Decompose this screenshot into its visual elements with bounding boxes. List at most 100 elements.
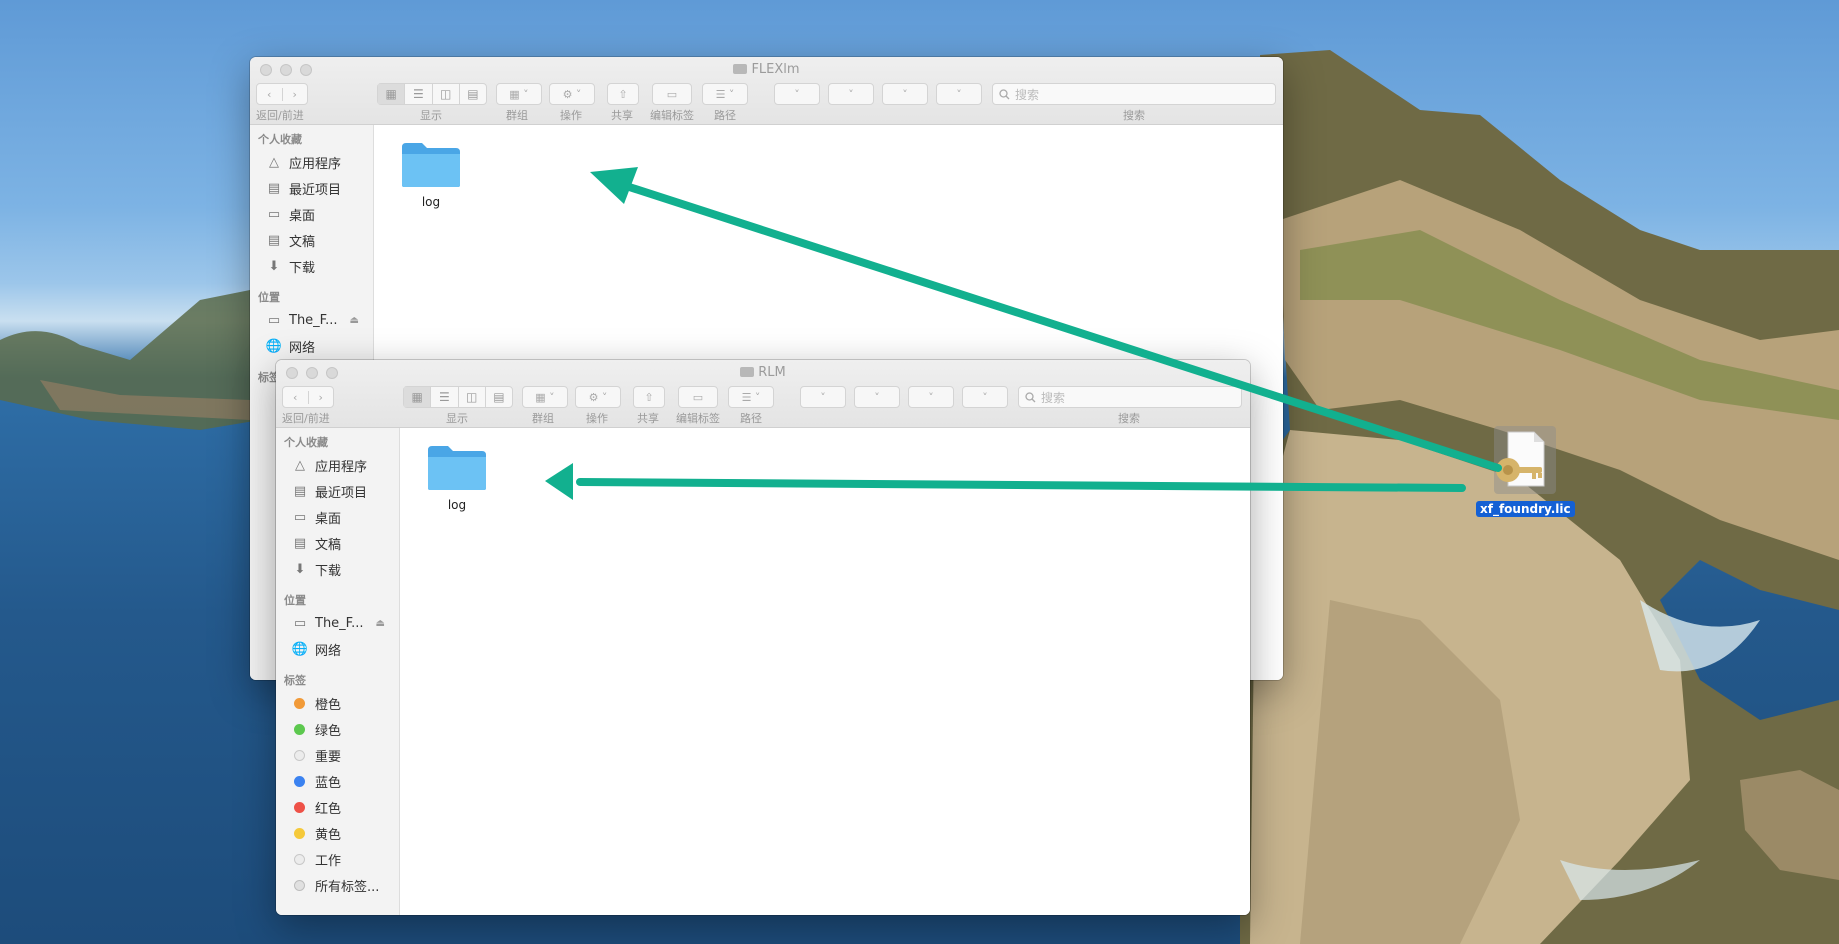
search-icon: [999, 88, 1010, 99]
sidebar-tag-important[interactable]: 重要: [276, 742, 399, 768]
sidebar-item-downloads[interactable]: ⬇ 下载: [276, 556, 399, 582]
gallery-view-icon[interactable]: ▤: [486, 387, 512, 407]
edit-tags-label: 编辑标签: [650, 109, 694, 122]
forward-icon[interactable]: ›: [283, 88, 308, 101]
group-button[interactable]: ▦ ˅: [522, 386, 568, 408]
toolbar-dropdown-1[interactable]: ˅: [800, 386, 846, 408]
icon-view-icon[interactable]: ▦: [404, 387, 432, 407]
sidebar-tag-orange[interactable]: 橙色: [276, 690, 399, 716]
search-input[interactable]: 搜索: [1018, 386, 1242, 408]
edit-tags-button[interactable]: ▭: [652, 83, 692, 105]
chevron-down-icon: ˅: [902, 87, 908, 101]
sidebar-tag-blue[interactable]: 蓝色: [276, 768, 399, 794]
share-button[interactable]: ⇧: [633, 386, 665, 408]
list-view-icon[interactable]: ☰: [431, 387, 459, 407]
folder-icon: [740, 367, 755, 377]
view-mode-control[interactable]: ▦ ☰ ◫ ▤: [403, 386, 513, 408]
column-view-icon[interactable]: ◫: [433, 84, 460, 104]
search-input[interactable]: 搜索: [992, 83, 1276, 105]
sidebar-tag-work[interactable]: 工作: [276, 846, 399, 872]
sidebar-item-desktop[interactable]: ▭ 桌面: [276, 504, 399, 530]
toolbar-dropdown-3[interactable]: ˅: [882, 83, 928, 105]
sidebar-all-tags[interactable]: 所有标签...: [276, 872, 399, 898]
toolbar-dropdown-1[interactable]: ˅: [774, 83, 820, 105]
view-label: 显示: [446, 412, 468, 425]
toolbar-dropdown-3[interactable]: ˅: [908, 386, 954, 408]
applications-icon: △: [295, 457, 305, 473]
sidebar-item-documents[interactable]: ▤ 文稿: [250, 227, 373, 253]
folder-item[interactable]: log: [396, 139, 466, 209]
sidebar-item-desktop[interactable]: ▭ 桌面: [250, 201, 373, 227]
sidebar-item-documents[interactable]: ▤ 文稿: [276, 530, 399, 556]
view-mode-control[interactable]: ▦ ☰ ◫ ▤: [377, 83, 487, 105]
path-button[interactable]: ☰ ˅: [702, 83, 748, 105]
sidebar-locations-header: 位置: [258, 291, 280, 304]
search-placeholder: 搜索: [1015, 87, 1040, 102]
toolbar-dropdown-4[interactable]: ˅: [936, 83, 982, 105]
share-label: 共享: [611, 109, 633, 122]
edit-tags-button[interactable]: ▭: [678, 386, 718, 408]
sidebar-item-recents[interactable]: ▤ 最近项目: [276, 478, 399, 504]
eject-icon[interactable]: ⏏: [350, 315, 359, 326]
sidebar-locations-header: 位置: [284, 594, 306, 607]
group-button[interactable]: ▦ ˅: [496, 83, 542, 105]
desktop-icon: ▭: [267, 206, 281, 222]
sidebar-item-network[interactable]: 🌐 网络: [276, 636, 399, 662]
path-button[interactable]: ☰ ˅: [728, 386, 774, 408]
downloads-icon: ⬇: [294, 561, 306, 577]
sidebar-item-disk[interactable]: ▭ The_F... ⏏: [276, 610, 399, 636]
folder-item[interactable]: log: [422, 442, 492, 512]
folder-icon: [733, 64, 748, 74]
network-icon: 🌐: [291, 641, 309, 657]
sidebar-item-applications[interactable]: △ 应用程序: [250, 149, 373, 175]
action-label: 操作: [586, 412, 608, 425]
action-button[interactable]: ⚙ ˅: [575, 386, 621, 408]
sidebar-favorites-header: 个人收藏: [258, 133, 302, 146]
sidebar-item-disk[interactable]: ▭ The_F... ⏏: [250, 307, 373, 333]
all-tags-icon: [294, 879, 305, 891]
chevron-down-icon: ˅: [820, 390, 826, 404]
back-forward-control[interactable]: ‹ ›: [256, 83, 308, 105]
share-icon: ⇧: [618, 87, 628, 101]
sidebar-item-applications[interactable]: △ 应用程序: [276, 452, 399, 478]
network-icon: 🌐: [265, 338, 283, 354]
sidebar-tag-green[interactable]: 绿色: [276, 716, 399, 742]
desktop-file-license[interactable]: xf_foundry.lic: [1476, 424, 1575, 517]
list-view-icon[interactable]: ☰: [405, 84, 433, 104]
tag-icon: ▭: [692, 390, 704, 404]
edit-tags-label: 编辑标签: [676, 412, 720, 425]
gear-icon: ⚙ ˅: [562, 87, 582, 101]
back-forward-control[interactable]: ‹ ›: [282, 386, 334, 408]
disk-icon: ▭: [293, 615, 307, 631]
downloads-icon: ⬇: [268, 258, 280, 274]
toolbar-dropdown-4[interactable]: ˅: [962, 386, 1008, 408]
search-label: 搜索: [1118, 412, 1140, 425]
sidebar-tag-red[interactable]: 红色: [276, 794, 399, 820]
applications-icon: △: [269, 154, 279, 170]
column-view-icon[interactable]: ◫: [459, 387, 486, 407]
gallery-view-icon[interactable]: ▤: [460, 84, 486, 104]
action-button[interactable]: ⚙ ˅: [549, 83, 595, 105]
back-icon[interactable]: ‹: [283, 390, 309, 404]
toolbar-dropdown-2[interactable]: ˅: [854, 386, 900, 408]
folder-icon: [402, 143, 460, 187]
sidebar: 个人收藏 △ 应用程序 ▤ 最近项目 ▭ 桌面 ▤ 文稿 ⬇ 下载 位置 ▭ The_F..…: [276, 428, 400, 915]
back-icon[interactable]: ‹: [257, 87, 283, 101]
sidebar-item-network[interactable]: 🌐 网络: [250, 333, 373, 359]
action-label: 操作: [560, 109, 582, 122]
sidebar-tag-yellow[interactable]: 黄色: [276, 820, 399, 846]
icon-view-icon[interactable]: ▦: [378, 84, 406, 104]
share-button[interactable]: ⇧: [607, 83, 639, 105]
desktop-icon: ▭: [293, 509, 307, 525]
forward-icon[interactable]: ›: [309, 391, 334, 404]
eject-icon[interactable]: ⏏: [376, 618, 385, 629]
sidebar-item-downloads[interactable]: ⬇ 下载: [250, 253, 373, 279]
tag-color-dot: [294, 801, 305, 813]
file-area[interactable]: log: [400, 428, 1250, 915]
group-icon: ▦ ˅: [535, 390, 555, 404]
window-toolbar: FLEXlm ‹ › 返回/前进 ▦ ☰ ◫ ▤ 显示 ▦ ˅ 群组 ⚙ ˅ 操…: [250, 57, 1283, 125]
sidebar-item-recents[interactable]: ▤ 最近项目: [250, 175, 373, 201]
share-label: 共享: [637, 412, 659, 425]
finder-window-rlm[interactable]: RLM ‹ › 返回/前进 ▦ ☰ ◫ ▤ 显示 ▦ ˅ 群组 ⚙ ˅ 操作 ⇧…: [276, 360, 1250, 915]
toolbar-dropdown-2[interactable]: ˅: [828, 83, 874, 105]
